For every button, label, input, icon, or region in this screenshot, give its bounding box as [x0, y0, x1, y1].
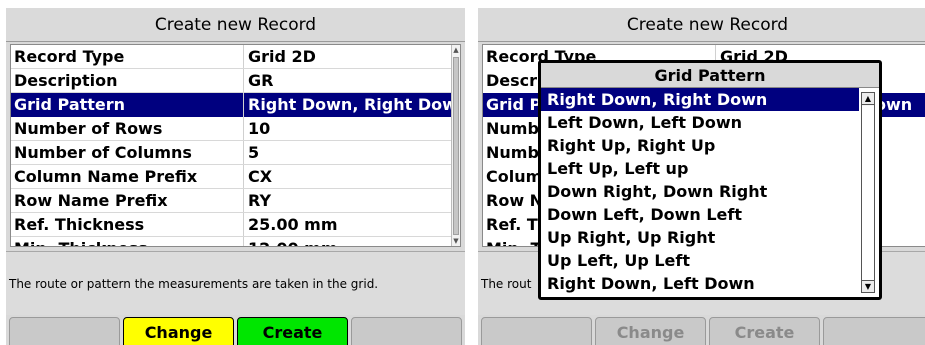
list-item[interactable]: Up Right, Up Right	[541, 226, 859, 249]
list-item[interactable]: Up Left, Up Left	[541, 249, 859, 272]
row-label: Grid Pattern	[14, 95, 126, 114]
row-label: Column Name Prefix	[14, 167, 198, 186]
row-label: Ref. Thickness	[14, 215, 145, 234]
scroll-up-arrow-icon[interactable]: ▲	[452, 45, 460, 55]
row-label: Colum	[486, 167, 543, 186]
row-label: Row N	[486, 191, 544, 210]
softkey-empty-4[interactable]	[351, 317, 462, 345]
row-label: Numb	[486, 143, 539, 162]
row-label: Record Type	[14, 47, 125, 66]
row-label: Descri	[486, 71, 543, 90]
list-item[interactable]: Left Down, Left Down	[541, 111, 859, 134]
row-label: Description	[14, 71, 118, 90]
row-value: GR	[243, 69, 273, 93]
row-value: RY	[243, 189, 271, 213]
panel-title: Create new Record	[6, 8, 465, 42]
table-row[interactable]: Number of Columns 5	[11, 141, 460, 165]
panel-title: Create new Record	[478, 8, 925, 42]
create-record-panel: Create new Record Record Type Grid 2D De…	[6, 8, 465, 345]
help-text: The route or pattern the measurements ar…	[6, 251, 465, 315]
row-value: 12.00 mm	[243, 237, 338, 246]
row-label: Numb	[486, 119, 539, 138]
popup-title: Grid Pattern	[541, 63, 879, 88]
scrollbar-thumb[interactable]	[862, 106, 874, 282]
row-label: Number of Columns	[14, 143, 192, 162]
list-item[interactable]: Right Up, Right Up	[541, 134, 859, 157]
change-button[interactable]: Change	[595, 317, 706, 345]
row-label: Min. Thickness	[14, 237, 148, 246]
popup-scrollbar[interactable]: ▲ ▼	[861, 92, 875, 293]
row-value: 10	[243, 117, 270, 141]
scroll-down-arrow-icon[interactable]: ▼	[452, 236, 460, 246]
grid-pattern-list: Right Down, Right Down Left Down, Left D…	[541, 88, 859, 296]
row-label: Number of Rows	[14, 119, 163, 138]
scrollbar-thumb[interactable]	[453, 57, 459, 235]
row-value: Grid 2D	[243, 45, 316, 69]
row-value: 5	[243, 141, 259, 165]
row-label: Min. T	[486, 237, 541, 246]
softkey-bar: Change Create	[6, 317, 465, 345]
list-item[interactable]: Down Right, Down Right	[541, 180, 859, 203]
table-row[interactable]: Description GR	[11, 69, 460, 93]
table-row[interactable]: Ref. Thickness 25.00 mm	[11, 213, 460, 237]
table-row[interactable]: Number of Rows 10	[11, 117, 460, 141]
table-row[interactable]: Column Name Prefix CX	[11, 165, 460, 189]
row-value: 25.00 mm	[243, 213, 338, 237]
softkey-empty-1[interactable]	[481, 317, 592, 345]
list-item[interactable]: Right Down, Left Down	[541, 272, 859, 295]
create-record-panel-with-popup: Create new Record Record Type Grid 2D De…	[478, 8, 925, 345]
list-item[interactable]: Left Up, Left up	[541, 157, 859, 180]
scroll-up-arrow-icon[interactable]: ▲	[862, 93, 874, 105]
create-button[interactable]: Create	[709, 317, 820, 345]
grid-pattern-popup: Grid Pattern Right Down, Right Down Left…	[538, 60, 882, 300]
row-value: Right Down, Right Down	[243, 93, 460, 117]
row-label: Row Name Prefix	[14, 191, 168, 210]
softkey-empty-4[interactable]	[823, 317, 925, 345]
table-row[interactable]: Record Type Grid 2D	[11, 45, 460, 69]
table-scrollbar[interactable]: ▲ ▼	[451, 45, 460, 246]
table-row[interactable]: Row Name Prefix RY	[11, 189, 460, 213]
table-row[interactable]: Min. Thickness 12.00 mm	[11, 237, 460, 246]
row-value: CX	[243, 165, 272, 189]
list-item-selected[interactable]: Right Down, Right Down	[541, 88, 859, 111]
softkey-bar: Change Create	[478, 317, 925, 345]
list-item[interactable]: Down Left, Down Left	[541, 203, 859, 226]
scroll-down-arrow-icon[interactable]: ▼	[862, 280, 874, 292]
row-label: Grid P	[486, 95, 542, 114]
record-properties-table: Record Type Grid 2D Description GR Grid …	[10, 44, 461, 247]
softkey-empty-1[interactable]	[9, 317, 120, 345]
create-button[interactable]: Create	[237, 317, 348, 345]
change-button[interactable]: Change	[123, 317, 234, 345]
table-row-selected[interactable]: Grid Pattern Right Down, Right Down	[11, 93, 460, 117]
